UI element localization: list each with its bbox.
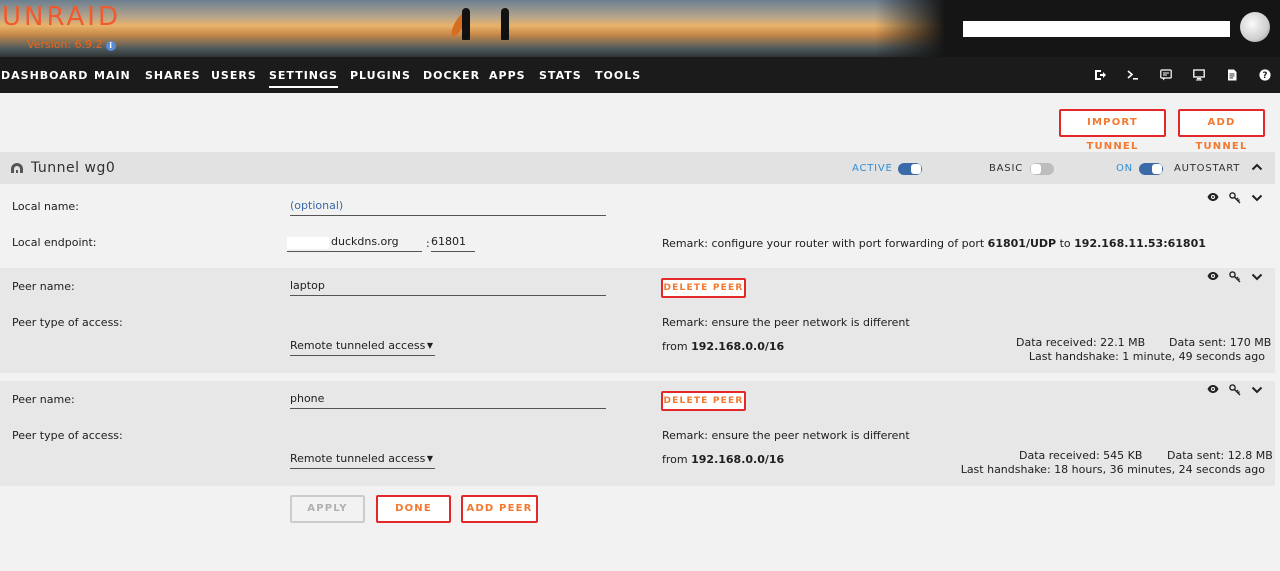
last-handshake: Last handshake: 1 minute, 49 seconds ago: [1028, 350, 1265, 363]
endpoint-host-text: duckdns.org: [331, 235, 399, 248]
tunnel-icon: [10, 161, 24, 175]
data-sent: Data sent: 170 MB: [1169, 336, 1272, 349]
main-nav: DASHBOARD MAIN SHARES USERS SETTINGS PLU…: [0, 57, 1280, 93]
autostart-toggle[interactable]: [1139, 163, 1163, 175]
endpoint-host-input[interactable]: duckdns.org: [287, 234, 422, 252]
eye-icon[interactable]: [1207, 271, 1219, 284]
peer-name-label: Peer name:: [12, 280, 75, 293]
endpoint-separator: :: [426, 237, 430, 250]
avatar[interactable]: [1240, 12, 1270, 42]
header-banner: UNRAID Version: 6.9.2 i: [0, 0, 1280, 57]
peer-name-input[interactable]: laptop: [290, 278, 606, 296]
chevron-down-icon[interactable]: [1251, 193, 1263, 206]
local-endpoint-label: Local endpoint:: [12, 236, 97, 249]
remark-to: to: [1059, 237, 1071, 250]
remark-target: 192.168.11.53:61801: [1074, 237, 1206, 250]
add-peer-button[interactable]: ADD PEER: [461, 495, 538, 523]
local-name-input[interactable]: (optional): [290, 198, 606, 216]
surfer-figure: [462, 8, 470, 40]
peer-remark: Remark: ensure the peer network is diffe…: [662, 316, 910, 329]
active-toggle[interactable]: [898, 163, 922, 175]
nav-tools[interactable]: TOOLS: [595, 69, 641, 82]
local-name-label: Local name:: [12, 200, 79, 213]
from-prefix: from: [662, 340, 688, 353]
data-received: Data received: 545 KB: [1019, 449, 1143, 462]
banner-image: [0, 0, 945, 57]
endpoint-port-input[interactable]: 61801: [431, 234, 475, 252]
peer-type-value: Remote tunneled access: [290, 339, 426, 352]
key-icon[interactable]: [1229, 271, 1241, 286]
redacted-box: [287, 237, 329, 249]
svg-text:?: ?: [1263, 71, 1268, 81]
unraid-logo[interactable]: UNRAID: [2, 2, 121, 32]
info-icon[interactable]: i: [105, 41, 116, 51]
monitor-icon[interactable]: [1192, 69, 1206, 81]
nav-users[interactable]: USERS: [211, 69, 257, 82]
surfer-figure: [501, 8, 509, 40]
help-icon[interactable]: ?: [1258, 69, 1272, 81]
dropdown-arrow-icon: ▼: [426, 454, 433, 463]
peer-from: from 192.168.0.0/16: [662, 340, 784, 353]
nav-settings[interactable]: SETTINGS: [269, 69, 338, 88]
delete-peer-button[interactable]: DELETE PEER: [661, 391, 746, 411]
peer-section: Peer name: phone DELETE PEER Peer type o…: [0, 381, 1275, 486]
peer-section: Peer name: laptop DELETE PEER Peer type …: [0, 268, 1275, 373]
peer-type-label: Peer type of access:: [12, 429, 123, 442]
nav-apps[interactable]: APPS: [489, 69, 526, 82]
header-search-field[interactable]: [963, 21, 1230, 37]
logout-icon[interactable]: [1093, 69, 1107, 81]
peer-remark: Remark: ensure the peer network is diffe…: [662, 429, 910, 442]
endpoint-remark: Remark: configure your router with port …: [662, 237, 1206, 250]
peer-name-input[interactable]: phone: [290, 391, 606, 409]
apply-button[interactable]: APPLY: [290, 495, 365, 523]
nav-main[interactable]: MAIN: [94, 69, 131, 82]
nav-shares[interactable]: SHARES: [145, 69, 201, 82]
basic-label: BASIC: [989, 163, 1023, 174]
active-label: ACTIVE: [852, 163, 893, 174]
delete-peer-button[interactable]: DELETE PEER: [661, 278, 746, 298]
peer-type-value: Remote tunneled access: [290, 452, 426, 465]
data-sent: Data sent: 12.8 MB: [1167, 449, 1273, 462]
autostart-label: AUTOSTART: [1174, 163, 1241, 174]
version-text: Version: 6.9.2: [27, 38, 103, 51]
on-label: ON: [1116, 163, 1133, 174]
data-received: Data received: 22.1 MB: [1016, 336, 1146, 349]
dropdown-arrow-icon: ▼: [426, 341, 433, 350]
peer-name-label: Peer name:: [12, 393, 75, 406]
remark-port: 61801/UDP: [987, 237, 1057, 250]
eye-icon[interactable]: [1207, 384, 1219, 397]
tunnel-header: Tunnel wg0 ACTIVE BASIC ON AUTOSTART: [0, 152, 1275, 184]
nav-plugins[interactable]: PLUGINS: [350, 69, 411, 82]
tunnel-title: Tunnel wg0: [31, 160, 116, 176]
eye-icon[interactable]: [1207, 192, 1219, 205]
peer-type-select[interactable]: Remote tunneled access ▼: [290, 338, 435, 356]
from-network: 192.168.0.0/16: [691, 453, 785, 466]
nav-docker[interactable]: DOCKER: [423, 69, 480, 82]
terminal-icon[interactable]: [1126, 69, 1140, 81]
collapse-icon[interactable]: [1251, 161, 1263, 175]
nav-stats[interactable]: STATS: [539, 69, 582, 82]
key-icon[interactable]: [1229, 192, 1241, 207]
log-icon[interactable]: [1159, 69, 1173, 81]
import-tunnel-button[interactable]: IMPORT TUNNEL: [1059, 109, 1166, 152]
key-icon[interactable]: [1229, 384, 1241, 399]
done-button[interactable]: DONE: [376, 495, 451, 523]
local-section: Local name: (optional) Local endpoint: d…: [0, 184, 1275, 268]
last-handshake: Last handshake: 18 hours, 36 minutes, 24…: [960, 463, 1265, 476]
from-network: 192.168.0.0/16: [691, 340, 785, 353]
notes-icon[interactable]: [1225, 69, 1239, 81]
nav-dashboard[interactable]: DASHBOARD: [1, 69, 88, 82]
chevron-down-icon[interactable]: [1251, 272, 1263, 285]
chevron-down-icon[interactable]: [1251, 385, 1263, 398]
basic-toggle[interactable]: [1030, 163, 1054, 175]
from-prefix: from: [662, 453, 688, 466]
add-tunnel-button[interactable]: ADD TUNNEL: [1178, 109, 1265, 152]
peer-type-select[interactable]: Remote tunneled access ▼: [290, 451, 435, 469]
peer-from: from 192.168.0.0/16: [662, 453, 784, 466]
remark-prefix: Remark: configure your router with port …: [662, 237, 985, 250]
version-label[interactable]: Version: 6.9.2 i: [27, 38, 116, 51]
peer-type-label: Peer type of access:: [12, 316, 123, 329]
